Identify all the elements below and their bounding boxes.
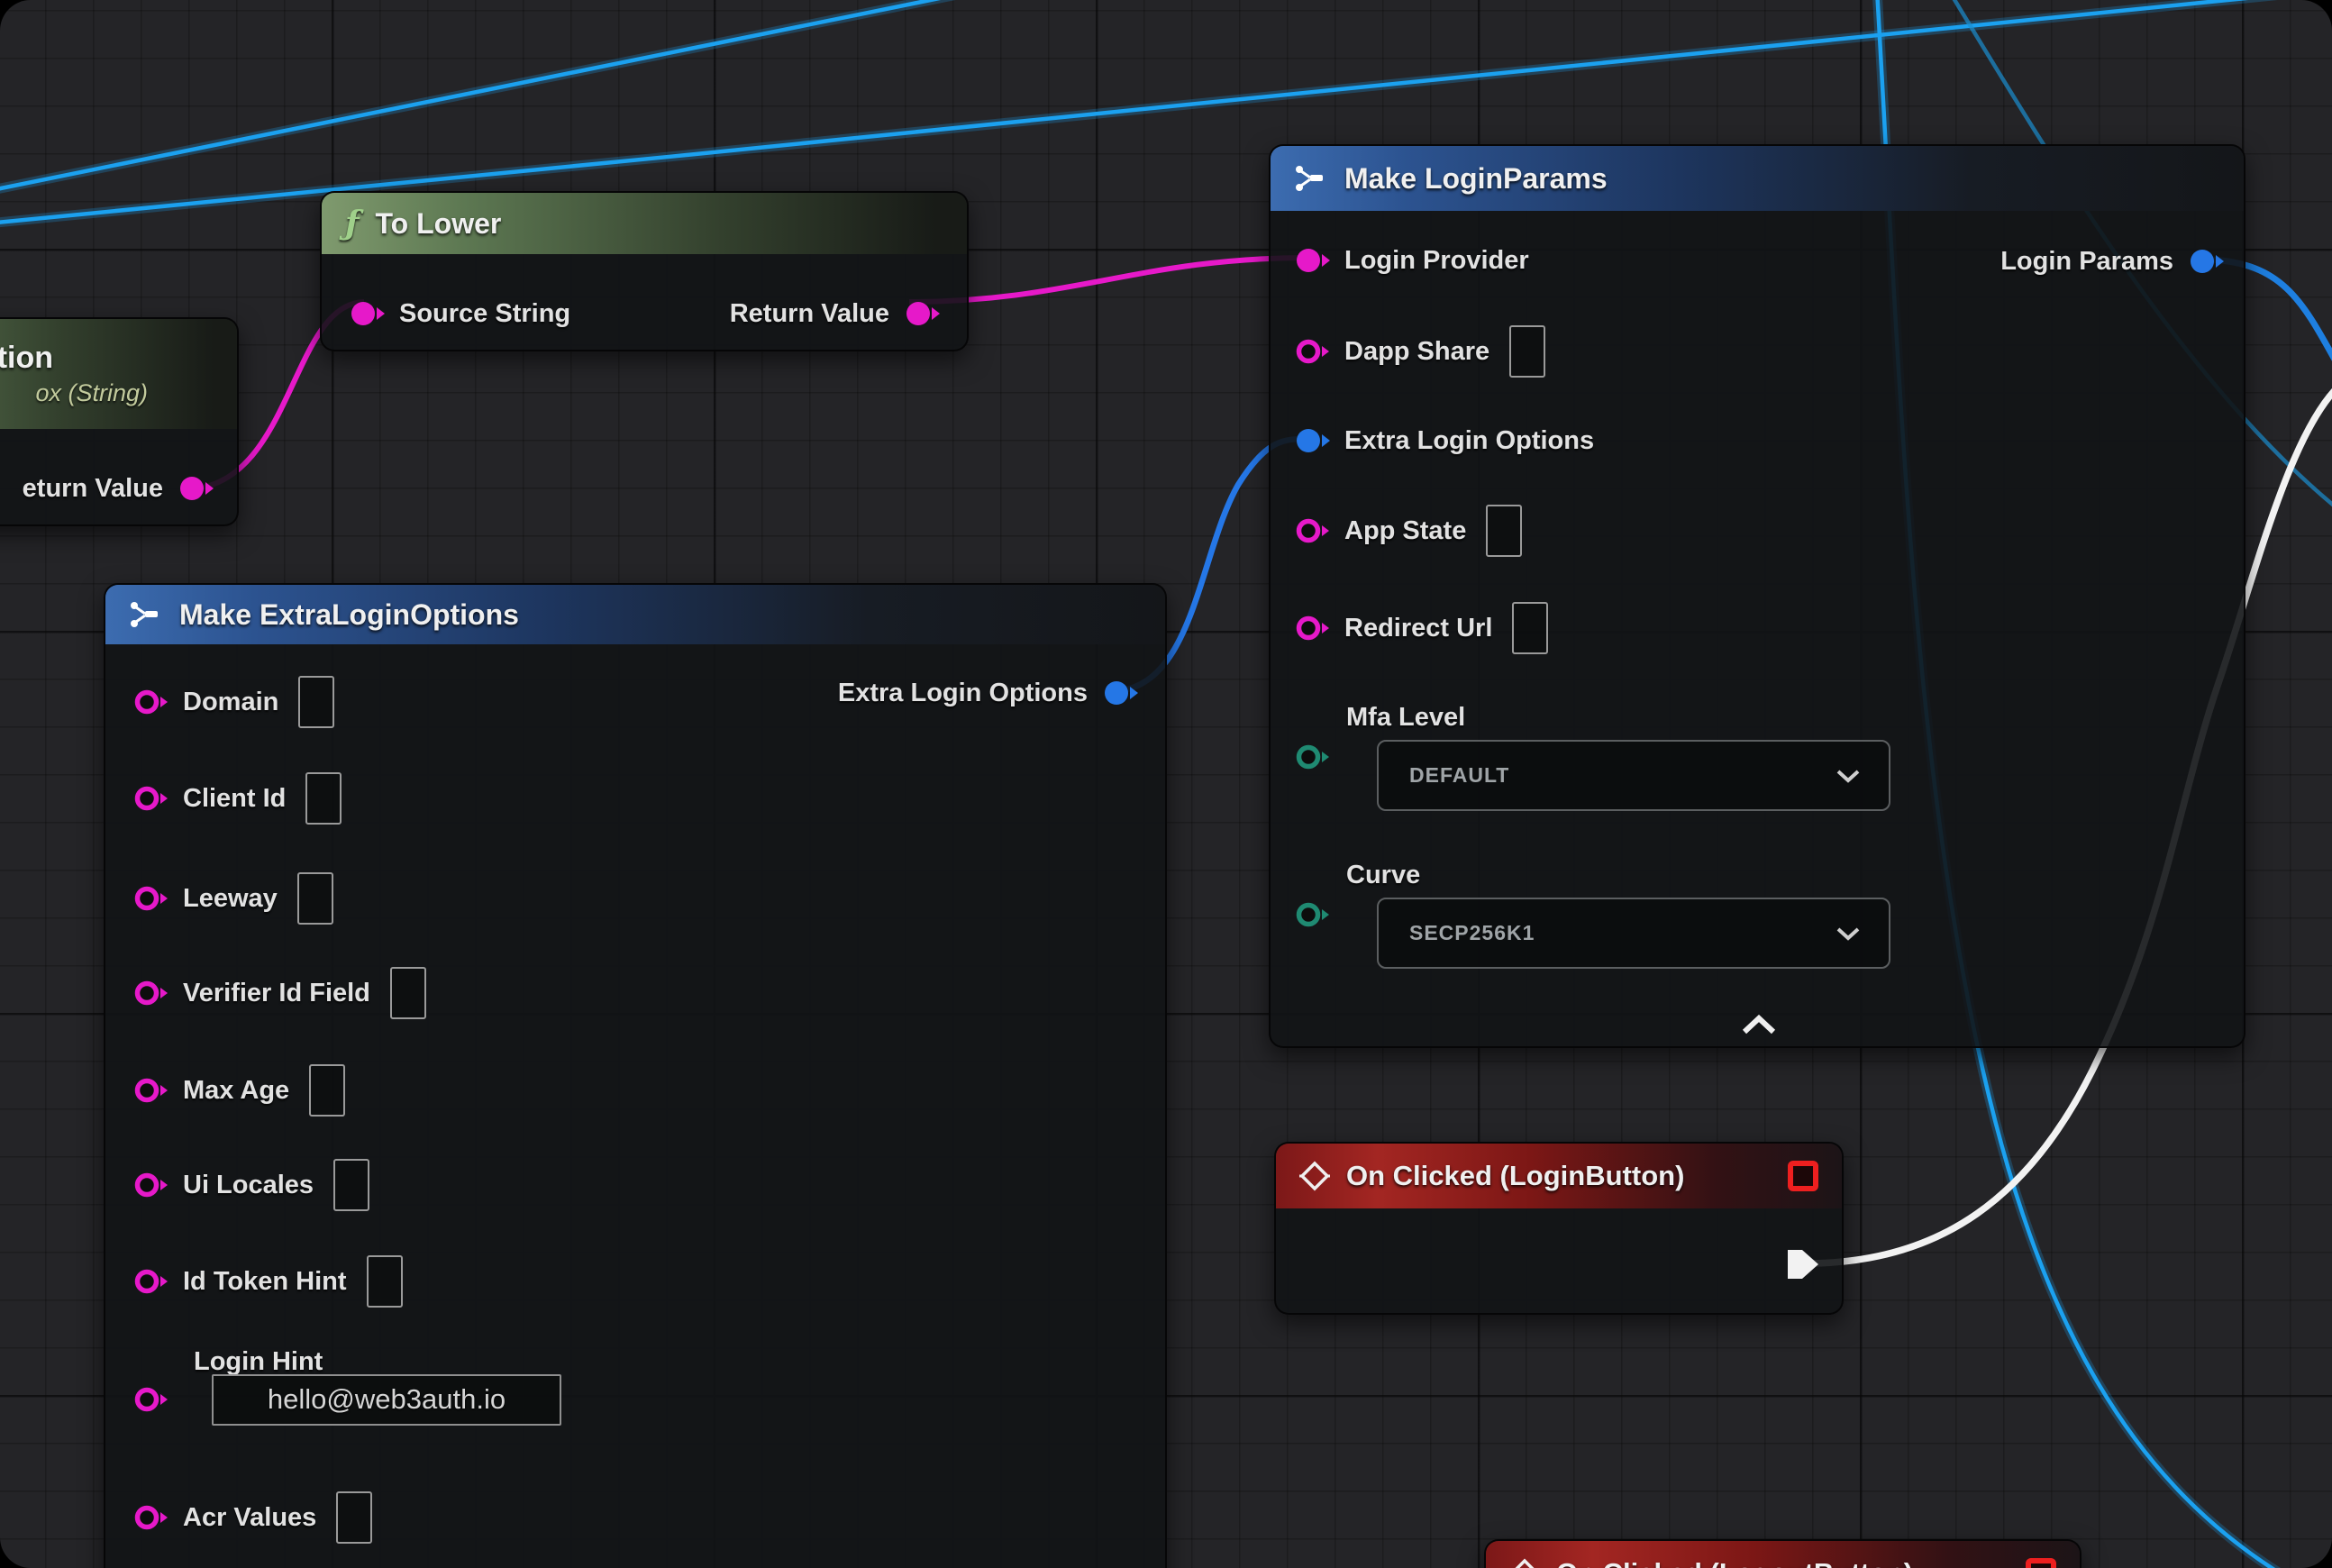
node-make-loginparams-header[interactable]: Make LoginParams [1271,146,2244,211]
dapp-share-text-box[interactable] [1509,325,1545,378]
node-on-clicked-logoutbutton[interactable]: On Clicked (LogoutButton) [1484,1539,2081,1568]
output-pin-string[interactable] [178,473,214,504]
input-pin-login-provider[interactable] [1294,245,1330,276]
redirect-url-text-box[interactable] [1512,602,1548,654]
make-struct-icon [1294,162,1328,195]
input-pin-ui-locales[interactable] [132,1170,169,1200]
input-pin-app-state[interactable] [1294,515,1330,546]
ui-locales-text-box[interactable] [333,1159,369,1211]
curve-value: SECP256K1 [1409,921,1535,945]
curve-dropdown[interactable]: SECP256K1 [1377,898,1890,969]
function-icon: ƒ [345,205,360,242]
client-id-text-box[interactable] [305,772,342,825]
app-state-text-box[interactable] [1486,505,1522,557]
pin-label-verifier-id-field: Verifier Id Field [183,979,370,1008]
node-make-extraloginoptions[interactable]: Make ExtraLoginOptions Extra Login Optio… [104,583,1167,1568]
pin-label-return-value-fragment: eturn Value [23,474,163,504]
event-diamond-icon [1299,1161,1330,1191]
chevron-up-icon [1739,1014,1779,1037]
pin-label-source-string: Source String [399,299,570,329]
wire-magenta-tolower-to-provider[interactable] [909,258,1308,302]
make-struct-icon [129,598,163,631]
node-green-partial-header[interactable]: tion ox (String) [0,319,237,429]
node-on-clicked-loginbutton-header[interactable]: On Clicked (LoginButton) [1276,1144,1842,1208]
node-title: Make LoginParams [1344,162,1608,196]
login-hint-input[interactable]: hello@web3auth.io [212,1374,561,1426]
max-age-text-box[interactable] [309,1064,345,1117]
chevron-down-icon [1835,767,1862,785]
pin-label-domain: Domain [183,688,278,717]
node-make-loginparams[interactable]: Make LoginParams Login Params Login Prov… [1269,144,2245,1048]
blueprint-graph-canvas[interactable]: tion ox (String) eturn Value ƒ To Lower … [0,0,2332,1568]
node-green-partial[interactable]: tion ox (String) eturn Value [0,317,239,526]
event-diamond-icon [1509,1558,1540,1568]
collapse-advanced-pins-button[interactable] [1727,1006,1790,1045]
pin-label-id-token-hint: Id Token Hint [183,1267,347,1297]
pin-label-mfa-level: Mfa Level [1346,703,1465,733]
input-pin-acr-values[interactable] [132,1502,169,1533]
id-token-hint-text-box[interactable] [367,1255,403,1308]
delegate-pin[interactable] [2026,1558,2056,1568]
pin-label-login-provider: Login Provider [1344,246,1529,276]
pin-label-login-params: Login Params [2000,247,2173,277]
node-title: On Clicked (LogoutButton) [1556,1557,2009,1568]
input-pin-login-hint[interactable] [132,1384,169,1415]
pin-label-curve: Curve [1346,861,1420,890]
output-pin-return-value[interactable] [904,298,940,329]
input-pin-curve[interactable] [1294,899,1330,930]
input-pin-verifier-id-field[interactable] [132,978,169,1008]
node-title-fragment: tion [0,341,237,376]
pin-label-app-state: App State [1344,516,1466,546]
input-pin-max-age[interactable] [132,1075,169,1106]
acr-values-text-box[interactable] [336,1491,372,1544]
node-title: Make ExtraLoginOptions [179,598,519,632]
wire-cyan-topleft[interactable] [0,0,984,191]
leeway-text-box[interactable] [297,872,333,925]
node-title: To Lower [376,207,502,241]
verifier-id-field-text-box[interactable] [390,967,426,1019]
output-pin-login-params[interactable] [2188,246,2224,277]
node-on-clicked-logoutbutton-header[interactable]: On Clicked (LogoutButton) [1486,1541,2080,1568]
pin-label-ui-locales: Ui Locales [183,1171,314,1200]
input-pin-extra-login-options[interactable] [1294,425,1330,456]
input-pin-id-token-hint[interactable] [132,1266,169,1297]
pin-label-redirect-url: Redirect Url [1344,614,1492,643]
pin-label-max-age: Max Age [183,1076,289,1106]
input-pin-redirect-url[interactable] [1294,613,1330,643]
chevron-down-icon [1835,925,1862,943]
pin-label-acr-values: Acr Values [183,1503,316,1533]
node-make-extraloginoptions-header[interactable]: Make ExtraLoginOptions [105,585,1165,644]
domain-text-box[interactable] [298,676,334,728]
input-pin-mfa-level[interactable] [1294,742,1330,772]
node-subtitle-fragment: ox (String) [35,379,237,407]
exec-output-pin[interactable] [1784,1246,1822,1282]
input-pin-domain[interactable] [132,687,169,717]
pin-label-dapp-share: Dapp Share [1344,337,1489,367]
pin-label-client-id: Client Id [183,784,286,814]
pin-label-return-value: Return Value [730,299,889,329]
node-to-lower[interactable]: ƒ To Lower Source String Return Value [320,191,969,351]
input-pin-client-id[interactable] [132,783,169,814]
node-to-lower-header[interactable]: ƒ To Lower [322,193,967,254]
input-pin-source-string[interactable] [349,298,385,329]
pin-label-extra-login-options-out: Extra Login Options [838,679,1088,708]
node-title: On Clicked (LoginButton) [1346,1160,1772,1192]
output-pin-extra-login-options[interactable] [1102,678,1138,708]
pin-label-leeway: Leeway [183,884,278,914]
input-pin-leeway[interactable] [132,883,169,914]
delegate-pin[interactable] [1788,1161,1818,1191]
mfa-level-value: DEFAULT [1409,763,1509,788]
input-pin-dapp-share[interactable] [1294,336,1330,367]
mfa-level-dropdown[interactable]: DEFAULT [1377,740,1890,811]
pin-label-extra-login-options-in: Extra Login Options [1344,426,1594,456]
node-on-clicked-loginbutton[interactable]: On Clicked (LoginButton) [1274,1142,1844,1315]
